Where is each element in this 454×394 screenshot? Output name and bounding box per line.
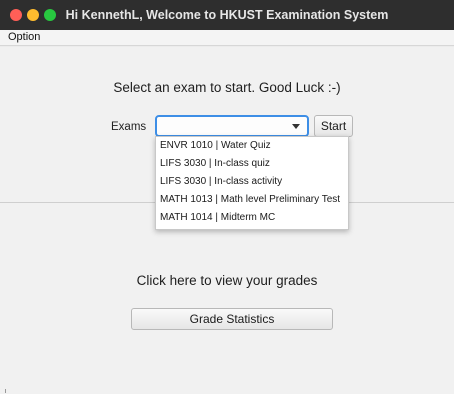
exam-select[interactable] [155, 115, 309, 137]
exam-option-lifs3030-quiz[interactable]: LIFS 3030 | In-class quiz [160, 158, 270, 169]
minimize-window-icon[interactable] [27, 9, 39, 21]
maximize-window-icon[interactable] [44, 9, 56, 21]
grades-prompt: Click here to view your grades [136, 273, 318, 288]
app-window: Hi KennethL, Welcome to HKUST Examinatio… [0, 0, 454, 394]
exam-option-math1013[interactable]: MATH 1013 | Math level Preliminary Test [160, 194, 340, 205]
close-window-icon[interactable] [10, 9, 22, 21]
exam-headline: Select an exam to start. Good Luck :-) [113, 80, 341, 95]
exams-label: Exams [111, 121, 147, 133]
exam-option-lifs3030-activity[interactable]: LIFS 3030 | In-class activity [160, 176, 282, 187]
exam-dropdown-list: ENVR 1010 | Water Quiz LIFS 3030 | In-cl… [155, 136, 349, 230]
window-title: Hi KennethL, Welcome to HKUST Examinatio… [65, 8, 389, 22]
title-bar: Hi KennethL, Welcome to HKUST Examinatio… [0, 0, 454, 30]
grade-statistics-button[interactable]: Grade Statistics [131, 308, 333, 330]
chevron-down-icon[interactable] [292, 124, 300, 129]
grades-panel: Click here to view your grades Grade Sta… [0, 203, 454, 394]
exam-option-envr1010[interactable]: ENVR 1010 | Water Quiz [160, 140, 271, 151]
menu-option[interactable]: Option [8, 31, 40, 43]
start-button[interactable]: Start [314, 115, 353, 137]
exam-option-math1014[interactable]: MATH 1014 | Midterm MC [160, 212, 275, 223]
menu-bar: Option [0, 30, 454, 46]
resize-mark [5, 389, 6, 393]
